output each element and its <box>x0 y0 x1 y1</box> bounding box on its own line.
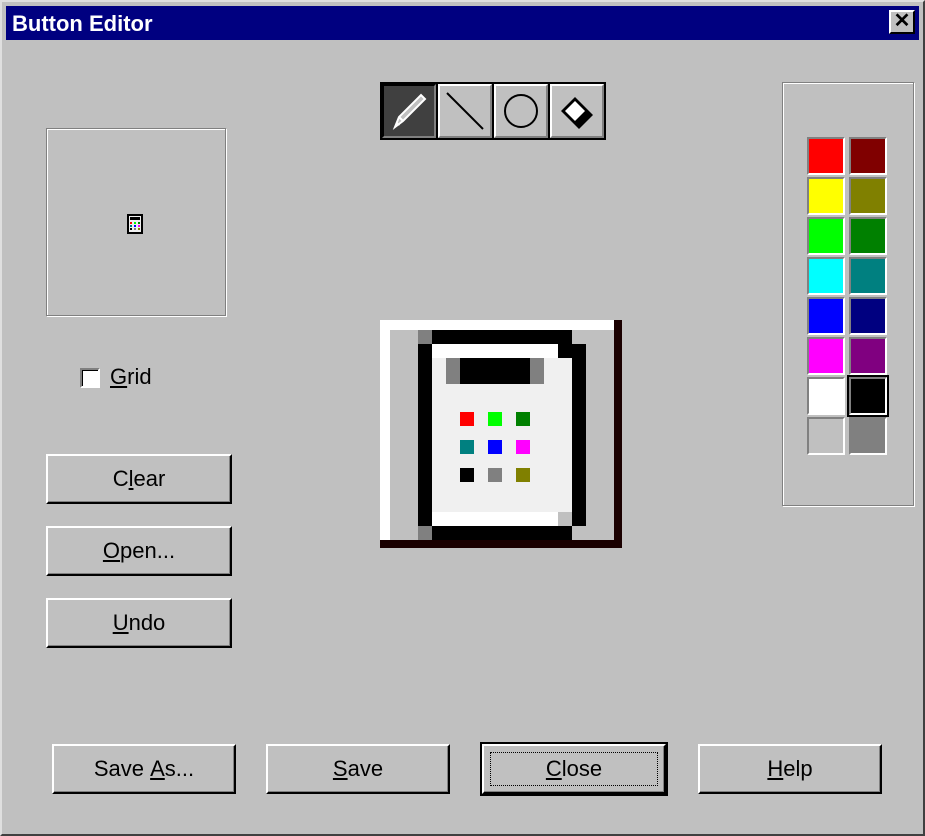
drawing-tools <box>380 82 606 140</box>
pencil-tool[interactable] <box>382 84 436 138</box>
color-swatch[interactable] <box>849 217 887 255</box>
canvas-pixel <box>460 440 474 454</box>
canvas-pixel <box>488 440 502 454</box>
color-swatch[interactable] <box>849 297 887 335</box>
clear-button[interactable]: Cl ear <box>46 454 232 504</box>
close-window-button[interactable]: ✕ <box>889 10 915 34</box>
title-bar: Button Editor ✕ <box>6 6 919 40</box>
canvas-pixel <box>488 468 502 482</box>
color-swatch[interactable] <box>849 137 887 175</box>
color-swatch[interactable] <box>807 297 845 335</box>
close-icon: ✕ <box>893 10 911 32</box>
color-swatch[interactable] <box>807 217 845 255</box>
color-swatch[interactable] <box>807 177 845 215</box>
close-button-face: Close <box>482 744 666 794</box>
save-as-button[interactable]: Save As... <box>52 744 236 794</box>
canvas-pixel <box>488 412 502 426</box>
eraser-icon <box>561 97 593 129</box>
color-swatch[interactable] <box>807 137 845 175</box>
color-swatch[interactable] <box>807 257 845 295</box>
open-button[interactable]: Open... <box>46 526 232 576</box>
canvas-pixel <box>516 412 530 426</box>
canvas-pixel <box>516 440 530 454</box>
color-palette <box>782 82 914 506</box>
line-icon <box>446 92 484 130</box>
preview-box <box>46 128 226 316</box>
color-swatch[interactable] <box>849 177 887 215</box>
color-swatch[interactable] <box>847 375 889 417</box>
window-title: Button Editor <box>12 11 153 36</box>
color-swatch[interactable] <box>849 417 887 455</box>
circle-icon <box>504 94 538 128</box>
line-tool[interactable] <box>438 84 492 138</box>
canvas-pixel <box>460 412 474 426</box>
color-swatch[interactable] <box>807 377 845 415</box>
button-editor-window: Button Editor ✕ Grid C l ear O pen... U … <box>0 0 925 836</box>
calculator-icon <box>123 213 147 235</box>
color-swatch[interactable] <box>849 257 887 295</box>
help-button[interactable]: Help <box>698 744 882 794</box>
grid-checkbox[interactable] <box>80 368 100 388</box>
color-swatch[interactable] <box>807 417 845 455</box>
canvas-keys <box>460 412 530 482</box>
focus-rect <box>490 752 658 786</box>
undo-button[interactable]: Undo <box>46 598 232 648</box>
circle-tool[interactable] <box>494 84 548 138</box>
save-button[interactable]: Save <box>266 744 450 794</box>
icon-editing-canvas[interactable] <box>380 320 622 548</box>
canvas-pixel <box>516 468 530 482</box>
canvas-pixel <box>460 468 474 482</box>
color-swatch[interactable] <box>807 337 845 375</box>
eraser-tool[interactable] <box>550 84 604 138</box>
color-swatch[interactable] <box>849 337 887 375</box>
pencil-icon <box>392 93 427 130</box>
grid-label[interactable]: Grid <box>110 364 152 390</box>
close-button[interactable]: Close <box>480 742 668 796</box>
